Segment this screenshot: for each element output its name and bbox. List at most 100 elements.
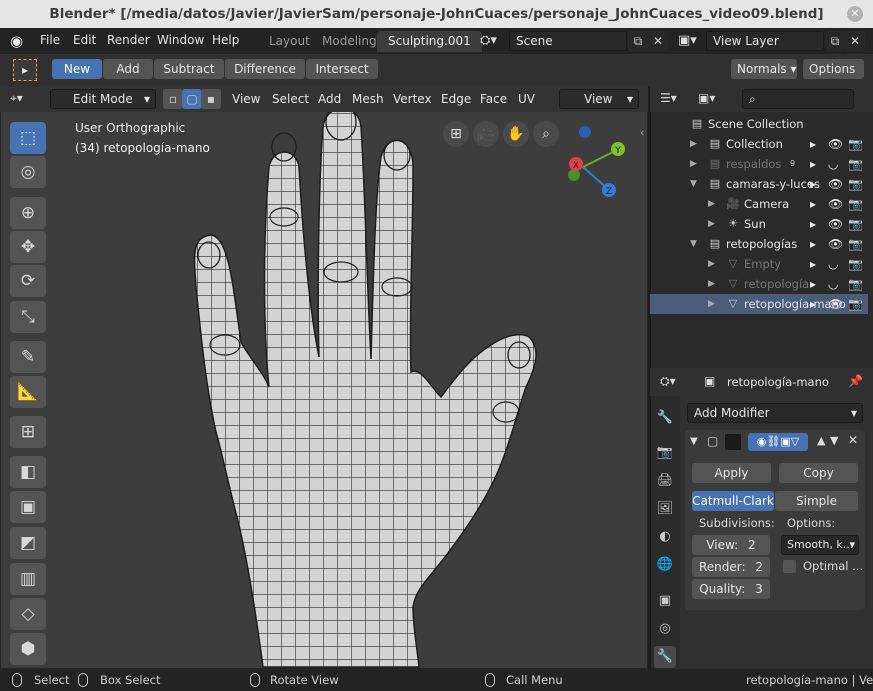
view-layer-tab-icon[interactable]: 🖼: [654, 498, 676, 520]
grid-view-icon[interactable]: ⊞: [443, 121, 469, 147]
scene-field[interactable]: Scene: [509, 31, 627, 51]
render-toggle-icon[interactable]: 📷: [848, 134, 863, 154]
outliner-row[interactable]: ▼ ▤ retopologías ▸ 👁 📷: [650, 234, 868, 254]
render-toggle-icon[interactable]: 📷: [848, 194, 863, 214]
close-icon[interactable]: ✕: [847, 6, 863, 22]
outliner-row[interactable]: ▶ ☀ Sun ▸ 👁 📷: [650, 214, 868, 234]
tool-tab-icon[interactable]: 🔧: [654, 407, 676, 429]
expand-arrow-icon[interactable]: ▶: [708, 254, 715, 274]
vp-menu-face[interactable]: Face: [480, 92, 507, 106]
scene-tab-icon[interactable]: ◐: [654, 526, 676, 548]
eye-icon[interactable]: ◡: [828, 154, 838, 174]
add-cube-tool-icon[interactable]: ⊞: [10, 416, 46, 448]
outliner-row[interactable]: ▤ Scene Collection: [650, 114, 868, 134]
bevel-tool-icon[interactable]: ◩: [10, 527, 46, 559]
physics-tab-icon[interactable]: ◎: [654, 618, 676, 640]
apply-button[interactable]: Apply: [692, 463, 771, 483]
eye-icon[interactable]: ◡: [828, 274, 838, 294]
3d-viewport[interactable]: [0, 86, 648, 669]
select-toggle-icon[interactable]: ▸: [810, 174, 816, 194]
eye-icon[interactable]: 👁: [828, 294, 843, 314]
mode-subtract-button[interactable]: Subtract: [154, 59, 224, 79]
mode-intersect-button[interactable]: Intersect: [306, 59, 378, 79]
modifier-name-field[interactable]: [725, 434, 741, 450]
scale-tool-icon[interactable]: ⤡: [10, 301, 46, 333]
vp-menu-uv[interactable]: UV: [518, 92, 535, 106]
camera-view-icon[interactable]: 🎥: [473, 121, 499, 147]
knife-tool-icon[interactable]: ◇: [10, 598, 46, 630]
menu-window[interactable]: Window: [157, 33, 204, 47]
collapse-arrow-icon[interactable]: ▼: [690, 436, 698, 447]
render-tab-icon[interactable]: 📷: [654, 442, 676, 464]
outliner-row[interactable]: ▶ ▤ respaldos 9 ▸ ◡ 📷: [650, 154, 868, 174]
catmull-clark-button[interactable]: Catmull-Clark: [692, 491, 774, 511]
select-toggle-icon[interactable]: ▸: [810, 294, 816, 314]
delete-scene-icon[interactable]: ✕: [648, 31, 668, 51]
modifier-tab-icon[interactable]: 🔧: [654, 646, 676, 668]
render-toggle-icon[interactable]: 📷: [848, 154, 863, 174]
inset-tool-icon[interactable]: ▣: [10, 491, 46, 523]
gizmo-neg-z[interactable]: [579, 126, 591, 138]
tab-sculpting[interactable]: Sculpting.001: [377, 31, 482, 52]
expand-arrow-icon[interactable]: ▶: [690, 154, 697, 174]
view-layer-icon[interactable]: ▣▾: [678, 33, 697, 48]
options-dropdown[interactable]: Options ▾: [803, 59, 864, 96]
object-tab-icon[interactable]: ▣: [654, 590, 676, 612]
menu-file[interactable]: File: [40, 33, 60, 47]
loop-cut-tool-icon[interactable]: ▥: [10, 563, 46, 595]
move-up-icon[interactable]: ▲: [817, 434, 825, 447]
outliner-row[interactable]: ▶ ▽ retopología-mano ▸ 👁 📷: [650, 294, 868, 314]
menu-edit[interactable]: Edit: [73, 33, 96, 47]
render-toggle-icon[interactable]: 📷: [848, 254, 863, 274]
expand-arrow-icon[interactable]: ▼: [690, 174, 697, 194]
world-tab-icon[interactable]: 🌐: [654, 554, 676, 576]
vertex-select-icon[interactable]: ▫: [163, 89, 183, 109]
select-toggle-icon[interactable]: ▸: [810, 274, 816, 294]
vp-menu-vertex[interactable]: Vertex: [393, 92, 432, 106]
properties-editor-icon[interactable]: ⛭▾: [660, 374, 676, 389]
eye-icon[interactable]: 👁: [828, 194, 843, 214]
uv-smooth-dropdown[interactable]: Smooth, k... ▾: [781, 535, 859, 555]
outliner-row[interactable]: ▶ ▽ retopología ▸ ◡ 📷: [650, 274, 868, 294]
menu-render[interactable]: Render: [107, 33, 150, 47]
select-toggle-icon[interactable]: ▸: [810, 154, 816, 174]
zoom-view-icon[interactable]: ⌕: [533, 121, 559, 147]
pan-view-icon[interactable]: ✋: [503, 121, 529, 147]
menu-help[interactable]: Help: [212, 33, 239, 47]
annotate-tool-icon[interactable]: ✎: [10, 341, 46, 373]
vp-menu-edge[interactable]: Edge: [441, 92, 471, 106]
move-down-icon[interactable]: ▼: [830, 434, 838, 447]
render-toggle-icon[interactable]: 📷: [848, 294, 863, 314]
normals-dropdown[interactable]: Normals ▾: [731, 59, 797, 79]
outliner-row[interactable]: ▶ 🎥 Camera ▸ 👁 📷: [650, 194, 868, 214]
scene-icon[interactable]: ⛭▾: [480, 33, 497, 48]
new-scene-icon[interactable]: ⧉: [628, 31, 648, 51]
expand-arrow-icon[interactable]: ▶: [708, 214, 715, 234]
select-toggle-icon[interactable]: ▸: [810, 214, 816, 234]
editor-type-icon[interactable]: ⌖▾: [10, 91, 23, 106]
expand-arrow-icon[interactable]: ▶: [708, 274, 715, 294]
vp-menu-view[interactable]: View: [232, 92, 260, 106]
expand-arrow-icon[interactable]: ▶: [708, 194, 715, 214]
vp-menu-add[interactable]: Add: [318, 92, 341, 106]
move-tool-icon[interactable]: ⊕: [10, 197, 46, 229]
render-toggle-icon[interactable]: 📷: [848, 174, 863, 194]
expand-arrow-icon[interactable]: ▼: [690, 234, 697, 254]
quality-field[interactable]: Quality: 3: [692, 579, 770, 599]
extrude-tool-icon[interactable]: ◧: [10, 456, 46, 488]
render-levels-field[interactable]: Render: 2: [692, 557, 770, 577]
eye-icon[interactable]: 👁: [828, 174, 843, 194]
select-toggle-icon[interactable]: ▸: [810, 234, 816, 254]
delete-view-layer-icon[interactable]: ✕: [845, 31, 865, 51]
outliner-row[interactable]: ▼ ▤ camaras-y-luces ▸ 👁 📷: [650, 174, 868, 194]
select-box-tool-icon[interactable]: ▸: [13, 59, 37, 81]
eye-icon[interactable]: 👁: [828, 214, 843, 234]
select-toggle-icon[interactable]: ▸: [810, 194, 816, 214]
face-select-icon[interactable]: ▪: [201, 89, 221, 109]
eye-icon[interactable]: 👁: [828, 234, 843, 254]
copy-button[interactable]: Copy: [779, 463, 858, 483]
rotate-tool-icon[interactable]: ⟳: [10, 265, 46, 297]
expand-arrow-icon[interactable]: ▶: [690, 134, 697, 154]
modifier-visibility-toggles[interactable]: ◉⛓▣▽: [748, 433, 808, 451]
translate-tool-icon[interactable]: ✥: [10, 231, 46, 263]
